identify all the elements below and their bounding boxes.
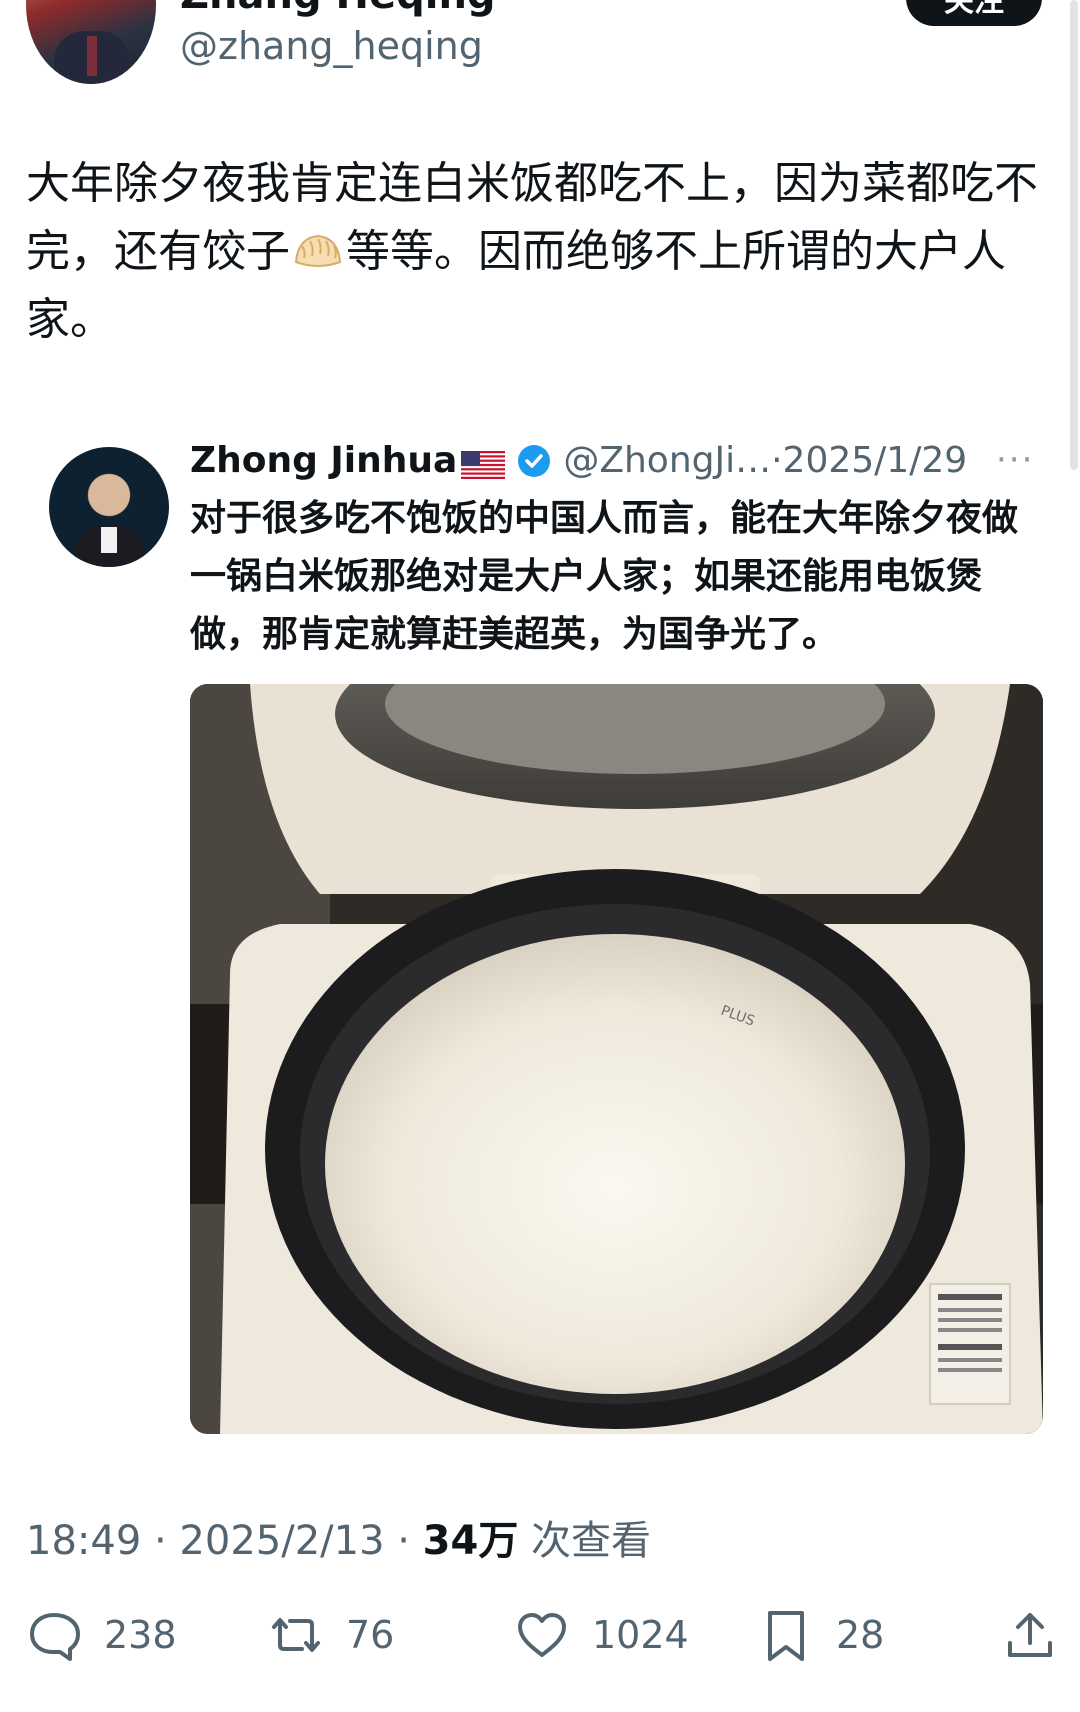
reply-icon xyxy=(30,1613,80,1661)
repost-count: 76 xyxy=(346,1613,395,1657)
more-options-icon[interactable]: ··· xyxy=(996,440,1034,480)
quoted-tweet-header[interactable]: Zhong Jinhua @ZhongJi…·2025/1/29 xyxy=(190,440,967,481)
author-handle[interactable]: @zhang_heqing xyxy=(180,24,483,68)
us-flag-icon xyxy=(461,447,506,479)
repost-icon xyxy=(272,1618,320,1652)
action-bar: 238 76 1024 28 xyxy=(0,1600,1080,1670)
timestamp: 18:49 · 2025/2/13 · xyxy=(26,1518,423,1564)
bookmark-count: 28 xyxy=(836,1613,885,1657)
author-avatar[interactable] xyxy=(26,0,156,84)
follow-button[interactable]: 关注 xyxy=(906,0,1042,26)
bookmark-icon xyxy=(768,1611,804,1661)
author-display-name[interactable]: Zhang Heqing xyxy=(180,0,496,18)
repost-button[interactable]: 76 xyxy=(268,1600,394,1670)
quoted-tweet-text: 对于很多吃不饱饭的中国人而言，能在大年除夕夜做一锅白米饭那绝对是大户人家；如果还… xyxy=(190,498,1019,655)
views-count: 34万 xyxy=(422,1518,519,1564)
rice-cooker-photo[interactable]: PLUS xyxy=(190,684,1043,1434)
share-button[interactable] xyxy=(1002,1600,1058,1670)
like-icon xyxy=(518,1613,566,1657)
reply-button[interactable]: 238 xyxy=(26,1600,177,1670)
like-count: 1024 xyxy=(592,1613,689,1657)
views-label: 次查看 xyxy=(518,1518,652,1564)
share-icon xyxy=(1008,1613,1052,1657)
avatar-collar xyxy=(101,527,117,553)
timestamp-row: 18:49 · 2025/2/13 · 34万 次查看 xyxy=(26,1508,651,1566)
quoted-author-name[interactable]: Zhong Jinhua xyxy=(190,440,457,481)
verified-icon xyxy=(517,444,551,478)
quoted-handle-date: @ZhongJi…·2025/1/29 xyxy=(563,440,968,481)
tweet-text: 大年除夕夜我肯定连白米饭都吃不上，因为菜都吃不完，还有饺子 等等。因而绝够不上所谓… xyxy=(26,150,1046,354)
scrollbar[interactable] xyxy=(1070,0,1078,470)
quoted-author-avatar[interactable] xyxy=(49,447,169,567)
bookmark-button[interactable]: 28 xyxy=(758,1600,884,1670)
like-button[interactable]: 1024 xyxy=(514,1600,689,1670)
reply-count: 238 xyxy=(104,1613,177,1657)
avatar-tie xyxy=(87,36,97,76)
dumpling-icon xyxy=(292,224,344,267)
